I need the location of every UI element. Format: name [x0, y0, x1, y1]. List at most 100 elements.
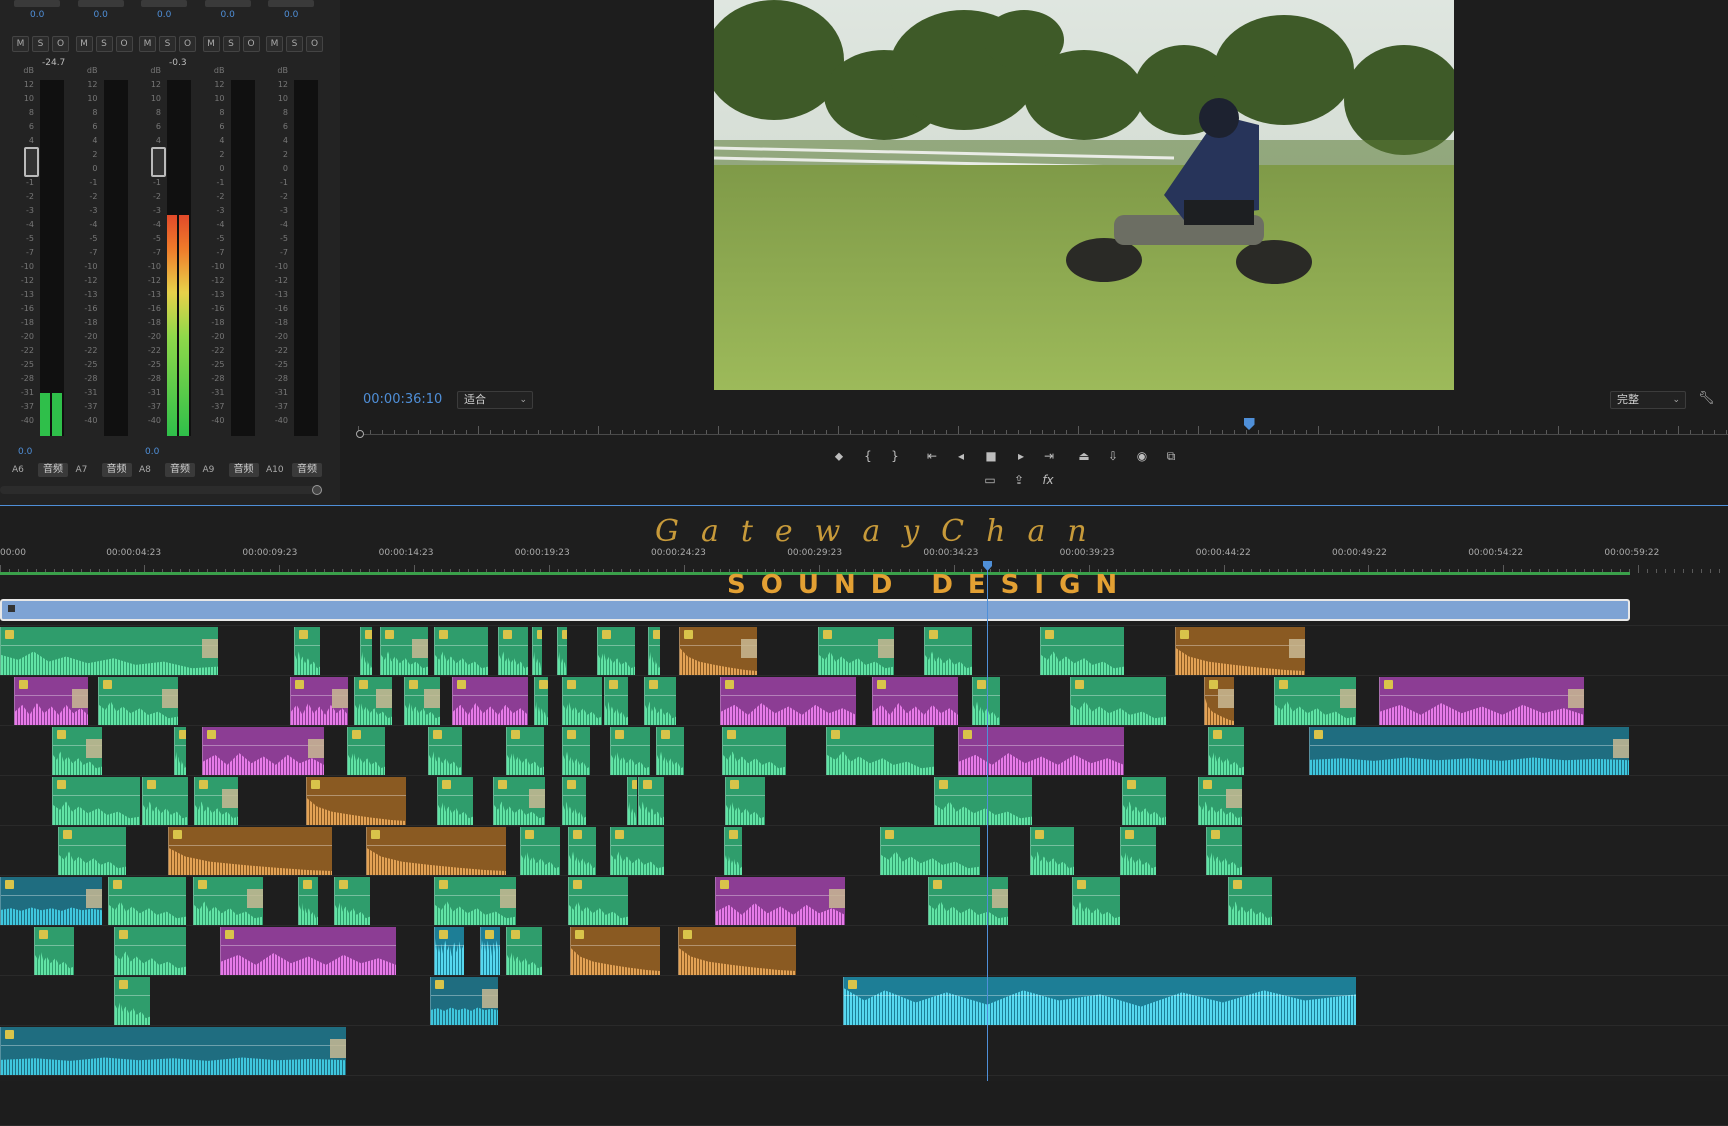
volume-rubber-band[interactable] — [569, 845, 596, 847]
audio-clip[interactable] — [880, 827, 980, 875]
audio-clip[interactable] — [437, 777, 473, 825]
audio-clip[interactable] — [14, 677, 88, 725]
mixer-scrollbar[interactable] — [0, 485, 322, 495]
crossfade-transition[interactable] — [1340, 689, 1356, 709]
volume-rubber-band[interactable] — [716, 895, 845, 897]
audio-clip[interactable] — [597, 627, 635, 675]
crossfade-transition[interactable] — [86, 739, 102, 759]
audio-clip[interactable] — [0, 627, 218, 675]
audio-clip[interactable] — [0, 1027, 346, 1075]
stop-icon[interactable]: ■ — [982, 448, 1000, 464]
volume-rubber-band[interactable] — [881, 845, 980, 847]
volume-rubber-band[interactable] — [53, 795, 140, 797]
volume-rubber-band[interactable] — [35, 945, 74, 947]
volume-rubber-band[interactable] — [679, 945, 796, 947]
fx-icon[interactable]: fx — [1039, 472, 1057, 488]
audio-clip[interactable] — [480, 927, 500, 975]
volume-rubber-band[interactable] — [175, 745, 186, 747]
audio-clip[interactable] — [404, 677, 440, 725]
volume-rubber-band[interactable] — [143, 795, 188, 797]
volume-rubber-band[interactable] — [1041, 645, 1124, 647]
volume-rubber-band[interactable] — [873, 695, 958, 697]
volume-rubber-band[interactable] — [721, 695, 856, 697]
crossfade-transition[interactable] — [412, 639, 428, 659]
audio-clip[interactable] — [638, 777, 664, 825]
timeline-playhead-line[interactable] — [987, 566, 988, 1081]
volume-rubber-band[interactable] — [367, 845, 506, 847]
volume-rubber-band[interactable] — [1207, 845, 1242, 847]
audio-clip[interactable] — [493, 777, 545, 825]
audio-clip[interactable] — [34, 927, 74, 975]
volume-rubber-band[interactable] — [611, 745, 650, 747]
audio-clip[interactable] — [928, 877, 1008, 925]
audio-clip[interactable] — [1274, 677, 1356, 725]
solo-button[interactable]: S — [159, 36, 176, 52]
audio-clip[interactable] — [958, 727, 1124, 775]
solo-button[interactable]: S — [222, 36, 240, 52]
audio-clip[interactable] — [562, 727, 590, 775]
crossfade-transition[interactable] — [1568, 689, 1584, 709]
crossfade-transition[interactable] — [1218, 689, 1234, 709]
volume-rubber-band[interactable] — [628, 795, 637, 797]
audio-clip[interactable] — [532, 627, 542, 675]
audio-clip[interactable] — [656, 727, 684, 775]
lift-icon[interactable]: ⏏ — [1075, 448, 1093, 464]
crossfade-transition[interactable] — [308, 739, 324, 759]
audio-clip[interactable] — [872, 677, 958, 725]
volume-rubber-band[interactable] — [335, 895, 370, 897]
ruler-start-handle[interactable] — [356, 430, 364, 438]
audio-clip[interactable] — [1379, 677, 1584, 725]
audio-clip[interactable] — [366, 827, 506, 875]
audio-clip[interactable] — [58, 827, 126, 875]
go-to-out-icon[interactable]: ⇥ — [1040, 448, 1058, 464]
audio-clip[interactable] — [627, 777, 637, 825]
volume-rubber-band[interactable] — [59, 845, 126, 847]
audio-clip[interactable] — [294, 627, 320, 675]
audio-clip[interactable] — [168, 827, 332, 875]
audio-clip[interactable] — [924, 627, 972, 675]
volume-rubber-band[interactable] — [453, 695, 528, 697]
crossfade-transition[interactable] — [500, 889, 516, 909]
audio-clip[interactable] — [434, 927, 464, 975]
audio-clip[interactable] — [818, 627, 894, 675]
mark-out-icon[interactable]: } — [886, 448, 904, 464]
volume-rubber-band[interactable] — [1, 1045, 346, 1047]
playback-resolution-select[interactable]: 完整 ⌄ — [1610, 391, 1686, 409]
audio-clip[interactable] — [722, 727, 786, 775]
volume-rubber-band[interactable] — [598, 645, 635, 647]
volume-rubber-band[interactable] — [499, 645, 528, 647]
channel-pan-value[interactable]: 0.0 — [145, 447, 159, 457]
volume-rubber-band[interactable] — [725, 845, 742, 847]
crossfade-transition[interactable] — [1613, 739, 1629, 759]
audio-clip[interactable] — [720, 677, 856, 725]
go-to-in-icon[interactable]: ⇤ — [923, 448, 941, 464]
audio-clip[interactable] — [506, 927, 542, 975]
audio-clip[interactable] — [520, 827, 560, 875]
volume-rubber-band[interactable] — [1209, 745, 1244, 747]
audio-clip[interactable] — [220, 927, 396, 975]
volume-rubber-band[interactable] — [533, 645, 542, 647]
volume-rubber-band[interactable] — [571, 945, 660, 947]
volume-rubber-band[interactable] — [563, 745, 590, 747]
audio-clip[interactable] — [452, 677, 528, 725]
crossfade-transition[interactable] — [741, 639, 757, 659]
audio-clip[interactable] — [1030, 827, 1074, 875]
volume-rubber-band[interactable] — [1176, 645, 1305, 647]
volume-rubber-band[interactable] — [723, 745, 786, 747]
audio-clip[interactable] — [430, 977, 498, 1025]
mixer-scroll-handle[interactable] — [312, 485, 322, 495]
audio-clip[interactable] — [1175, 627, 1305, 675]
channel-volume-value[interactable]: 0.0 — [284, 10, 298, 20]
volume-rubber-band[interactable] — [645, 695, 676, 697]
crossfade-transition[interactable] — [1289, 639, 1305, 659]
audio-clip[interactable] — [1072, 877, 1120, 925]
audio-clip[interactable] — [1070, 677, 1166, 725]
zoom-fit-select[interactable]: 适合 ⌄ — [457, 391, 533, 409]
audio-clip[interactable] — [679, 627, 757, 675]
audio-clip[interactable] — [114, 927, 186, 975]
audio-clip[interactable] — [334, 877, 370, 925]
audio-clip[interactable] — [434, 877, 516, 925]
audio-clip[interactable] — [428, 727, 462, 775]
volume-rubber-band[interactable] — [521, 845, 560, 847]
volume-rubber-band[interactable] — [1123, 795, 1166, 797]
